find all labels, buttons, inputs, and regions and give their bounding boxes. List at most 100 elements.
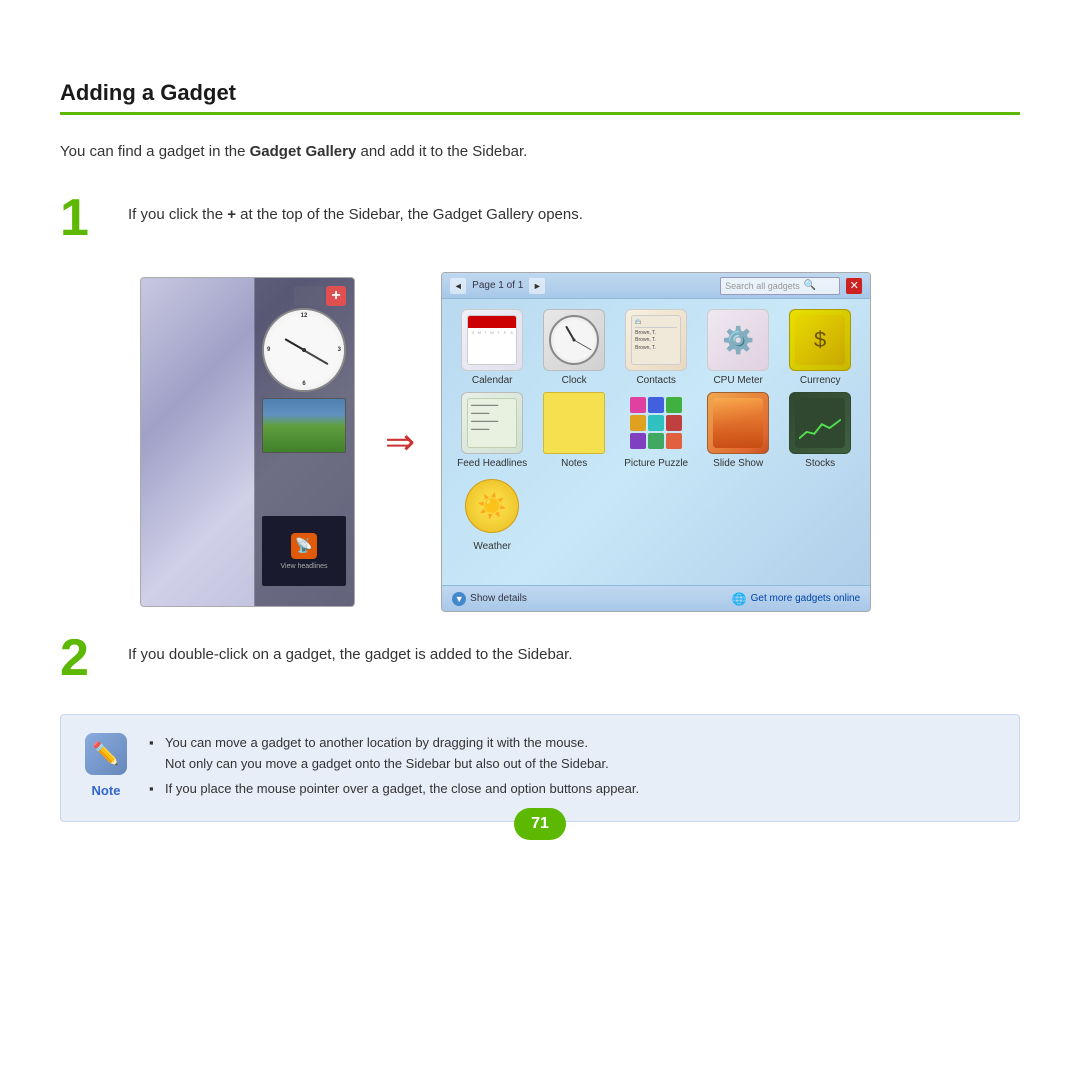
gadget-icon-puzzle bbox=[625, 392, 687, 454]
gallery-search-icon[interactable]: 🔍 bbox=[804, 280, 816, 291]
sidebar-inner: + 12 3 6 9 bbox=[254, 278, 354, 606]
feed-inner: ━━━━━━━━━ ━━━━━━ ━━━━━━━━━ ━━━━━━ bbox=[467, 398, 517, 448]
gadget-icon-calendar: S M T W T F S bbox=[461, 309, 523, 371]
intro-text-end: and add it to the Sidebar. bbox=[361, 143, 528, 160]
note-icon: ✏️ bbox=[85, 733, 127, 775]
gallery-nav-area: ◄ Page 1 of 1 ► bbox=[450, 278, 545, 294]
step-2-text: If you double-click on a gadget, the gad… bbox=[128, 632, 573, 663]
calendar-body: S M T W T F S bbox=[468, 328, 516, 337]
calendar-header bbox=[468, 316, 516, 328]
gadget-item-feed[interactable]: ━━━━━━━━━ ━━━━━━ ━━━━━━━━━ ━━━━━━ Feed H… bbox=[454, 392, 530, 469]
intro-paragraph: You can find a gadget in the Gadget Gall… bbox=[60, 143, 1020, 160]
clock-min-hand bbox=[304, 349, 329, 364]
fl2: ━━━━━━ bbox=[471, 410, 513, 418]
feed-lines: ━━━━━━━━━ ━━━━━━ ━━━━━━━━━ ━━━━━━ bbox=[471, 402, 513, 434]
gallery-next-btn[interactable]: ► bbox=[529, 278, 545, 294]
gadget-item-stocks[interactable]: Stocks bbox=[782, 392, 858, 469]
gadget-icon-cpu: ⚙️ bbox=[707, 309, 769, 371]
gadget-icon-weather: ☀️ bbox=[461, 475, 523, 537]
gallery-screenshot: ◄ Page 1 of 1 ► Search all gadgets 🔍 ✕ bbox=[441, 272, 871, 612]
step-1-number: 1 bbox=[60, 192, 108, 244]
right-arrow-icon: ⇒ bbox=[385, 421, 411, 463]
weather-sun: ☀️ bbox=[465, 479, 519, 533]
gadget-item-puzzle[interactable]: Picture Puzzle bbox=[618, 392, 694, 469]
clock-widget: 12 3 6 9 bbox=[262, 308, 346, 392]
gallery-close-btn[interactable]: ✕ bbox=[846, 278, 862, 294]
plus-button[interactable]: + bbox=[326, 286, 346, 306]
c2: Brown, T. bbox=[635, 337, 677, 345]
note-item-2: If you place the mouse pointer over a ga… bbox=[149, 779, 639, 800]
gadget-icon-notes bbox=[543, 392, 605, 454]
title-divider bbox=[60, 112, 1020, 115]
currency-inner: $ bbox=[795, 315, 845, 365]
page-container: Adding a Gadget You can find a gadget in… bbox=[0, 0, 1080, 862]
gadget-item-currency[interactable]: $ Currency bbox=[782, 309, 858, 386]
rss-icon: 📡 bbox=[291, 533, 317, 559]
clock-center bbox=[302, 348, 306, 352]
gadget-icon-slideshow bbox=[707, 392, 769, 454]
gadget-label-slideshow: Slide Show bbox=[713, 458, 763, 469]
fl1: ━━━━━━━━━ bbox=[471, 402, 513, 410]
intro-bold: Gadget Gallery bbox=[250, 143, 357, 160]
gadget-icon-feed: ━━━━━━━━━ ━━━━━━ ━━━━━━━━━ ━━━━━━ bbox=[461, 392, 523, 454]
step-1-text: If you click the + at the top of the Sid… bbox=[128, 192, 583, 223]
gadget-label-notes: Notes bbox=[561, 458, 587, 469]
gadget-item-calendar[interactable]: S M T W T F S Calendar bbox=[454, 309, 530, 386]
gadget-label-weather: Weather bbox=[473, 541, 511, 552]
step-2-number: 2 bbox=[60, 632, 108, 684]
currency-symbol: $ bbox=[814, 327, 826, 353]
gadget-label-contacts: Contacts bbox=[636, 375, 675, 386]
c1: Brown, T. bbox=[635, 330, 677, 338]
note-item-1: You can move a gadget to another locatio… bbox=[149, 733, 639, 775]
step1-text-end: at the top of the Sidebar, the Gadget Ga… bbox=[240, 206, 583, 223]
gadget-item-weather[interactable]: ☀️ Weather bbox=[454, 475, 530, 552]
clock-face: 12 3 6 9 bbox=[264, 310, 344, 390]
gadget-label-clock: Clock bbox=[562, 375, 587, 386]
gallery-right-controls: Search all gadgets 🔍 ✕ bbox=[720, 277, 862, 295]
show-details-label: Show details bbox=[470, 593, 527, 604]
step-1-container: 1 If you click the + at the top of the S… bbox=[60, 192, 1020, 244]
gadget-item-contacts[interactable]: 📇 Brown, T. Brown, T. Brown, T. Contacts bbox=[618, 309, 694, 386]
intro-text-start: You can find a gadget in the bbox=[60, 143, 245, 160]
gadget-label-puzzle: Picture Puzzle bbox=[624, 458, 688, 469]
cal-d: T bbox=[496, 330, 501, 335]
show-details-icon: ▼ bbox=[452, 592, 466, 606]
p8 bbox=[648, 433, 664, 449]
note-list: You can move a gadget to another locatio… bbox=[149, 733, 639, 799]
close-buttons bbox=[294, 286, 324, 306]
feed-widget: 📡 View headlines bbox=[262, 516, 346, 586]
photo-widget bbox=[262, 398, 346, 453]
contacts-inner: 📇 Brown, T. Brown, T. Brown, T. bbox=[631, 315, 681, 365]
gadget-icon-stocks bbox=[789, 392, 851, 454]
gadget-label-feed: Feed Headlines bbox=[457, 458, 527, 469]
cal-d: M bbox=[477, 330, 482, 335]
show-details-area[interactable]: ▼ Show details bbox=[452, 592, 527, 606]
p1 bbox=[630, 397, 646, 413]
feed-label: View headlines bbox=[281, 563, 328, 570]
c3: Brown, T. bbox=[635, 345, 677, 353]
get-more-area[interactable]: 🌐 Get more gadgets online bbox=[732, 592, 860, 606]
note-content: You can move a gadget to another locatio… bbox=[149, 733, 639, 803]
stocks-chart bbox=[799, 414, 841, 444]
gallery-search-box[interactable]: Search all gadgets 🔍 bbox=[720, 277, 840, 295]
clock-g-center bbox=[573, 339, 576, 342]
page-number-container: 71 bbox=[514, 808, 566, 840]
step1-text-start: If you click the bbox=[128, 206, 223, 223]
gadget-item-notes[interactable]: Notes bbox=[536, 392, 612, 469]
gallery-prev-btn[interactable]: ◄ bbox=[450, 278, 466, 294]
sidebar-screenshot: + 12 3 6 9 bbox=[140, 277, 355, 607]
weather-icon: ☀️ bbox=[477, 492, 507, 521]
clock-9: 9 bbox=[267, 347, 270, 353]
gadget-icon-clock bbox=[543, 309, 605, 371]
cal-d: S bbox=[509, 330, 514, 335]
clock-3: 3 bbox=[338, 347, 341, 353]
p6 bbox=[666, 415, 682, 431]
gadget-item-clock[interactable]: Clock bbox=[536, 309, 612, 386]
gadget-icon-currency: $ bbox=[789, 309, 851, 371]
gadget-label-calendar: Calendar bbox=[472, 375, 513, 386]
clock-6: 6 bbox=[302, 381, 305, 387]
gadget-item-cpu[interactable]: ⚙️ CPU Meter bbox=[700, 309, 776, 386]
fl3: ━━━━━━━━━ bbox=[471, 418, 513, 426]
gadget-item-slideshow[interactable]: Slide Show bbox=[700, 392, 776, 469]
gadget-label-currency: Currency bbox=[800, 375, 841, 386]
